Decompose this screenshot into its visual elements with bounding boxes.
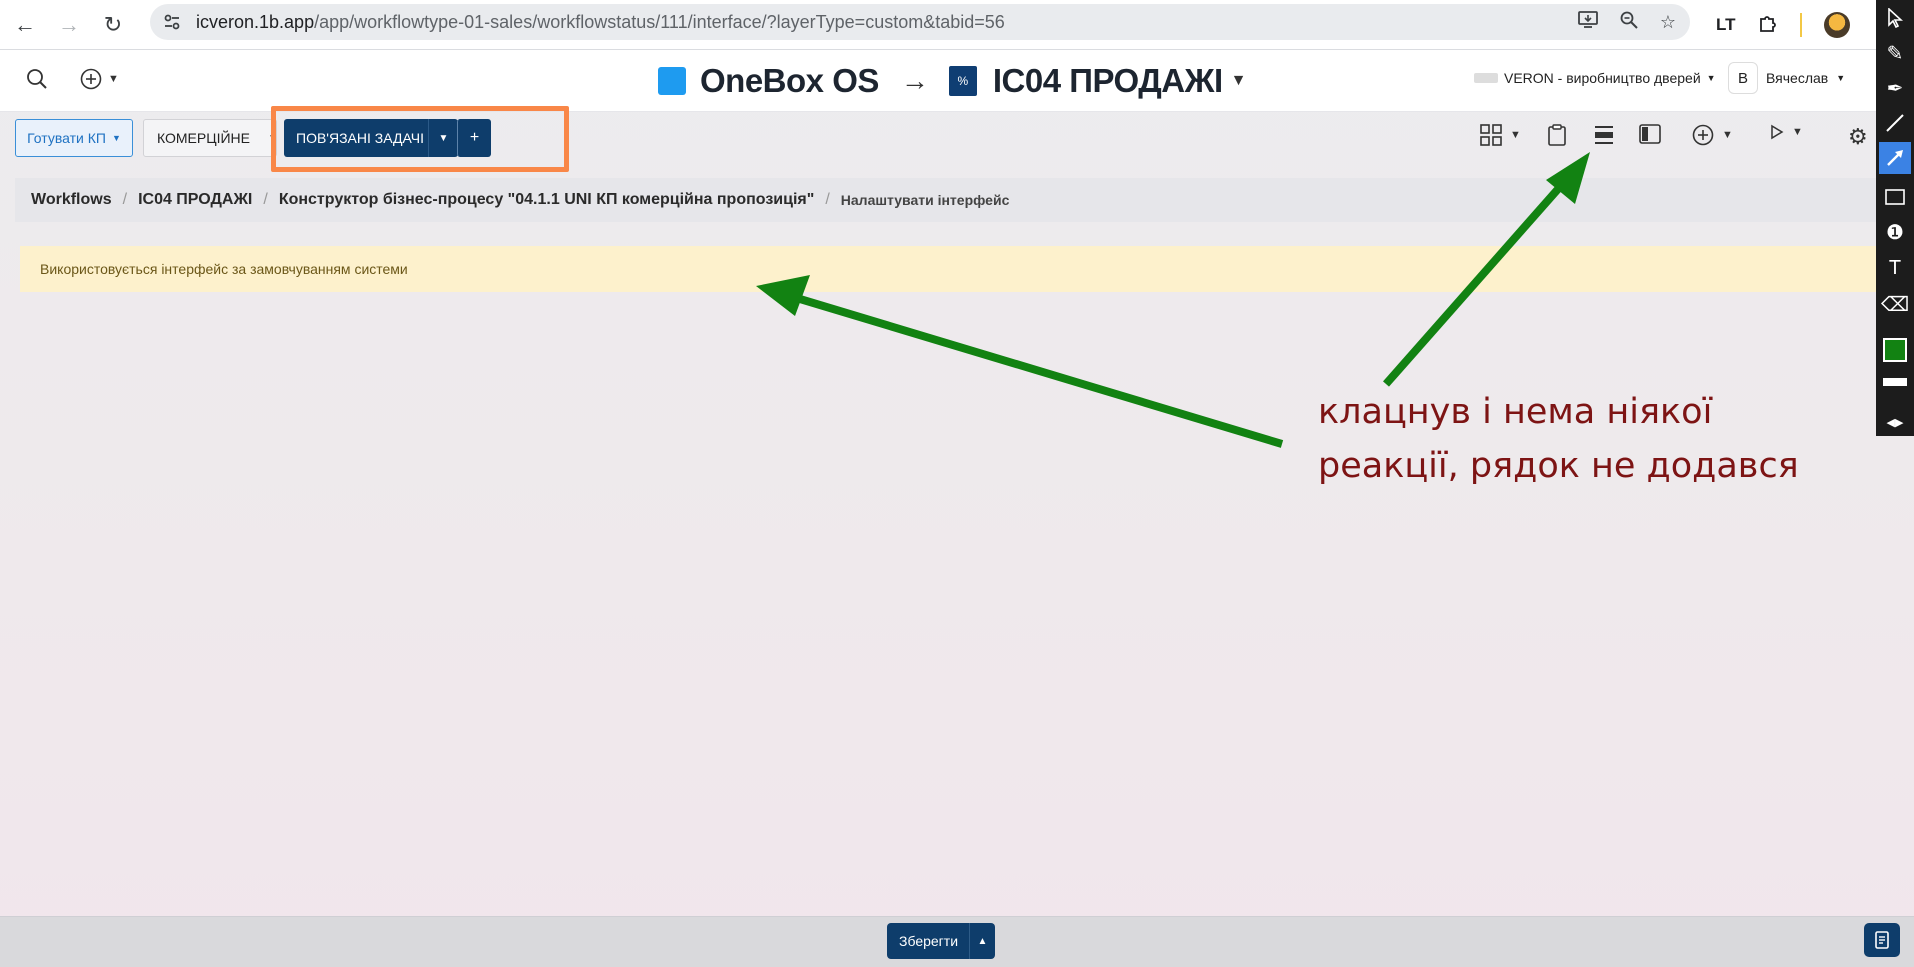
rectangle-icon[interactable]	[1879, 181, 1911, 213]
caret-down-icon: ▼	[1706, 73, 1716, 83]
plus-circle-icon	[1692, 124, 1714, 146]
breadcrumb-separator: /	[263, 191, 268, 208]
project-caret-icon[interactable]: ▼	[1231, 72, 1247, 90]
breadcrumb-process-constructor[interactable]: Конструктор бізнес-процесу "04.1.1 UNI К…	[279, 191, 815, 209]
default-interface-alert: Використовується інтерфейс за замовчуван…	[20, 246, 1876, 292]
add-element-button[interactable]: ▼	[1692, 124, 1733, 146]
gear-icon[interactable]: ⚙	[1848, 124, 1868, 150]
clipboard-icon[interactable]	[1547, 124, 1567, 146]
line-icon[interactable]	[1879, 107, 1911, 139]
add-row-icon[interactable]	[1593, 124, 1615, 146]
prepare-offer-button[interactable]: Готувати КП ▼	[15, 119, 133, 157]
breadcrumb-current: Налаштувати інтерфейс	[840, 192, 1010, 208]
company-logo-icon	[1474, 73, 1498, 83]
caret-down-icon: ▼	[111, 133, 121, 143]
breadcrumb-separator: /	[122, 191, 128, 208]
address-bar[interactable]: icveron.1b.app/app/workflowtype-01-sales…	[150, 4, 1690, 40]
commercial-tab-button[interactable]: КОМЕРЦІЙНЕ ▼	[143, 119, 278, 157]
zoom-icon[interactable]	[1620, 11, 1638, 34]
breadcrumb-project[interactable]: IC04 ПРОДАЖІ	[138, 191, 252, 209]
search-icon[interactable]	[26, 68, 48, 96]
save-button[interactable]: Зберегти ▲	[887, 923, 995, 959]
layout-grid-button[interactable]: ▼	[1480, 124, 1521, 146]
arrow-tool-icon[interactable]	[1879, 142, 1911, 174]
user-menu[interactable]: В Вячеслав ▼	[1728, 62, 1845, 94]
brand-title: OneBox OS → % IC04 ПРОДАЖІ ▼	[658, 61, 1246, 101]
text-tool-icon[interactable]: T	[1879, 252, 1911, 284]
annotation-line-2: реакції, рядок не додався	[1318, 446, 1799, 486]
pencil-icon[interactable]: ✎	[1879, 37, 1911, 69]
extensions-puzzle-icon[interactable]	[1758, 13, 1778, 38]
breadcrumb: Workflows / IC04 ПРОДАЖІ / Конструктор б…	[15, 178, 1876, 222]
eraser-icon[interactable]: ⌫	[1879, 288, 1911, 320]
document-icon[interactable]	[1864, 923, 1900, 957]
drawing-toolbar: ✎ ✒ ❶ T ⌫ ◀▶	[1876, 0, 1914, 436]
company-name: VERON - виробництво дверей	[1504, 70, 1701, 86]
company-selector[interactable]: VERON - виробництво дверей ▼	[1474, 70, 1716, 86]
install-app-icon[interactable]	[1577, 10, 1598, 34]
project-name[interactable]: IC04 ПРОДАЖІ	[993, 62, 1223, 100]
play-icon	[1771, 124, 1784, 140]
caret-up-icon[interactable]: ▲	[969, 923, 995, 959]
caret-down-icon: ▼	[1510, 129, 1521, 141]
resize-arrows-icon[interactable]: ◀▶	[1879, 410, 1911, 434]
caret-down-icon: ▼	[1792, 126, 1803, 138]
url-text: icveron.1b.app/app/workflowtype-01-sales…	[196, 11, 1005, 32]
brand-name[interactable]: OneBox OS	[700, 62, 879, 100]
profile-avatar[interactable]	[1823, 12, 1850, 38]
alert-text: Використовується інтерфейс за замовчуван…	[40, 261, 408, 277]
extension-lt-icon[interactable]: LT	[1716, 15, 1736, 35]
color-swatch-green[interactable]	[1883, 338, 1907, 362]
caret-down-icon: ▼	[1836, 73, 1846, 83]
back-arrow-icon[interactable]: ←	[6, 6, 44, 44]
user-name: Вячеслав	[1766, 70, 1829, 86]
site-settings-icon[interactable]	[154, 4, 190, 40]
save-label: Зберегти	[899, 933, 959, 949]
toolbar-divider	[1799, 13, 1802, 37]
cursor-icon[interactable]	[1879, 2, 1911, 34]
annotation-arrow-to-alert	[756, 275, 1284, 448]
commercial-tab-label: КОМЕРЦІЙНЕ	[157, 130, 250, 146]
annotation-note: клацнув і нема ніякої реакції, рядок не …	[1318, 385, 1838, 493]
stroke-width-icon[interactable]	[1883, 374, 1907, 390]
app-header: ▼ OneBox OS → % IC04 ПРОДАЖІ ▼ VERON - в…	[0, 50, 1876, 112]
browser-toolbar: ← → ↻ icveron.1b.app/app/workflowtype-01…	[0, 0, 1876, 50]
add-menu-button[interactable]: ▼	[80, 68, 119, 90]
marker-icon[interactable]: ✒	[1879, 72, 1911, 104]
arrow-separator: →	[900, 65, 929, 96]
plus-circle-icon	[80, 68, 102, 90]
breadcrumb-separator: /	[825, 191, 830, 208]
reload-icon[interactable]: ↻	[94, 6, 132, 44]
number-stamp-icon[interactable]: ❶	[1879, 216, 1911, 248]
forward-arrow-icon[interactable]: →	[50, 6, 88, 44]
annotation-line-1: клацнув і нема ніякої	[1318, 392, 1713, 432]
grid-icon	[1480, 124, 1502, 146]
user-avatar: В	[1728, 62, 1758, 94]
prepare-offer-label: Готувати КП	[27, 130, 106, 146]
play-button[interactable]: ▼	[1770, 124, 1803, 140]
bookmark-star-icon[interactable]: ☆	[1660, 12, 1676, 33]
caret-down-icon: ▼	[108, 73, 119, 85]
annotation-highlight-box	[271, 106, 569, 172]
onebox-logo-icon	[658, 67, 686, 95]
footer-bar: Зберегти ▲	[0, 916, 1914, 967]
breadcrumb-workflows[interactable]: Workflows	[31, 191, 112, 209]
project-logo-icon: %	[948, 66, 977, 96]
caret-down-icon: ▼	[1722, 129, 1733, 141]
sidebar-layout-icon[interactable]	[1639, 124, 1661, 144]
